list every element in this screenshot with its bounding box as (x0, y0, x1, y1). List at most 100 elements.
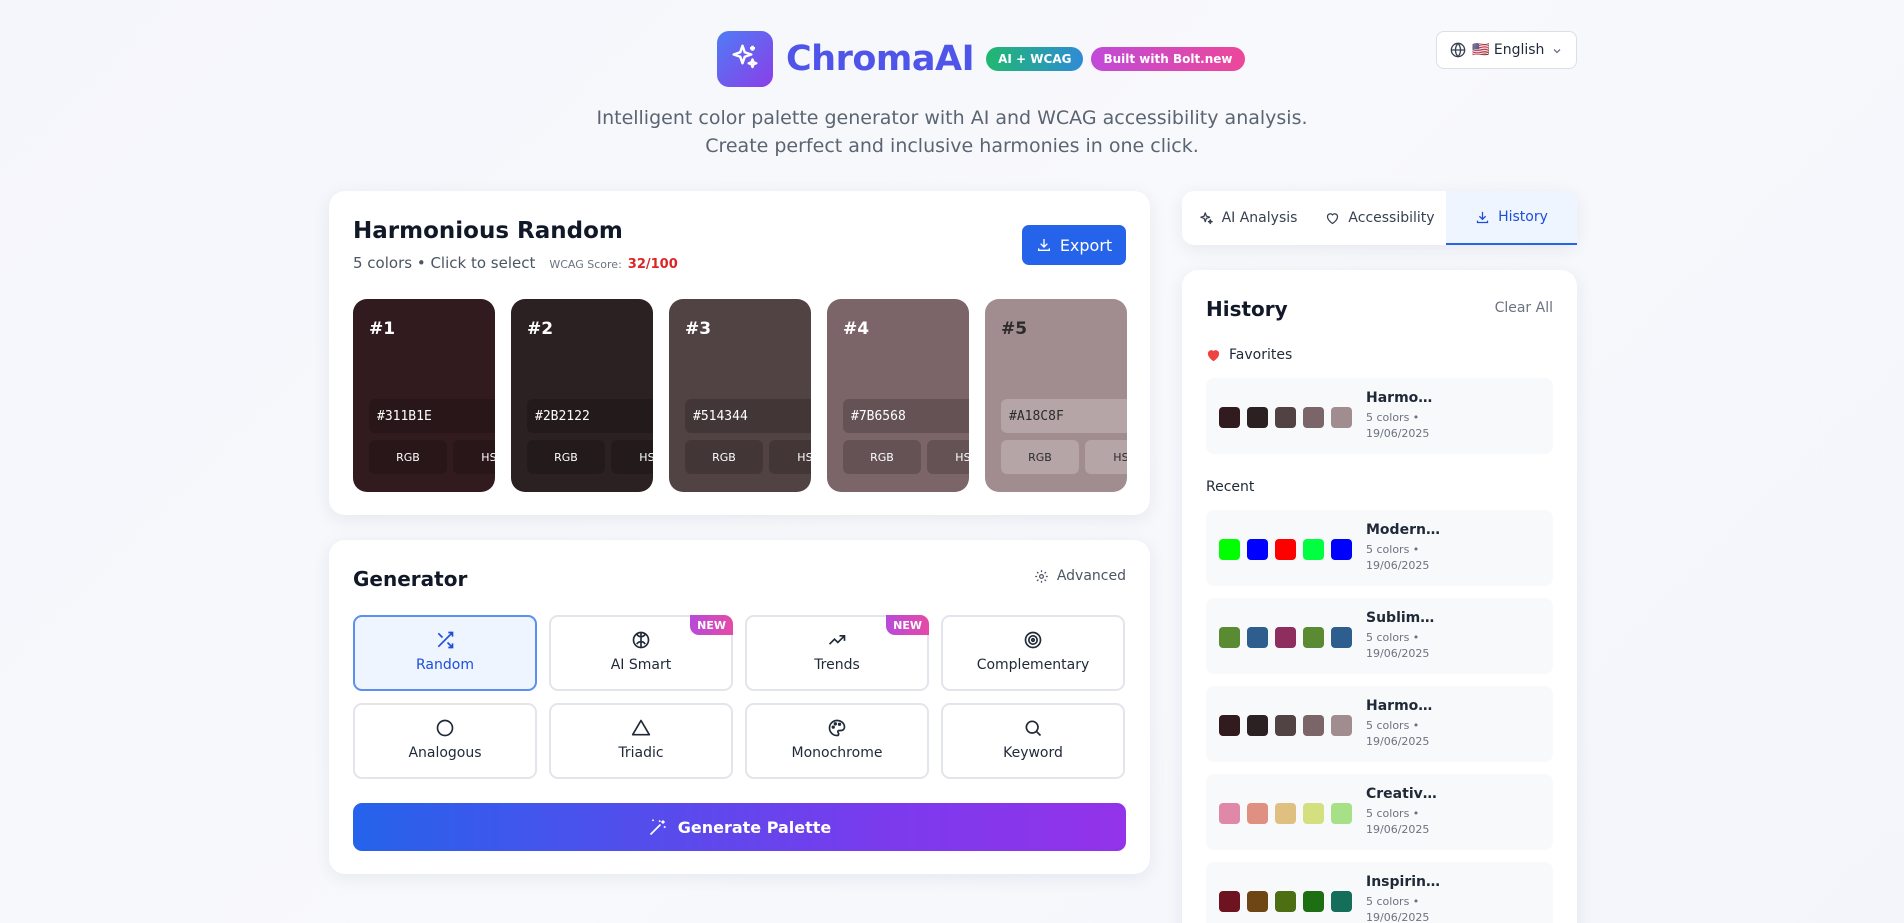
color-swatch-1[interactable]: #1 #311B1E RGB HSL (353, 299, 495, 492)
color-swatch-2[interactable]: #2 #2B2122 RGB HSL (511, 299, 653, 492)
generate-label: Generate Palette (677, 817, 832, 837)
color-dot (1275, 891, 1296, 912)
history-item[interactable]: Modern Palette 5 colors • 19/06/2025 (1206, 510, 1553, 586)
rgb-button[interactable]: RGB (843, 440, 921, 474)
history-item-name: Harmonious Random (1366, 390, 1440, 406)
palette-preview (1219, 803, 1352, 824)
favorites-label: Favorites (1229, 347, 1293, 363)
hsl-button[interactable]: HSL (611, 440, 653, 474)
swatch-number: #2 (527, 319, 554, 339)
palette-preview (1219, 627, 1352, 648)
sparkles-icon (1199, 211, 1214, 226)
mode-label: Analogous (408, 745, 482, 761)
history-item[interactable]: Harmonious Random 5 colors • 19/06/2025 (1206, 686, 1553, 762)
advanced-button[interactable]: Advanced (1034, 568, 1126, 584)
swatch-hex[interactable]: #311B1E (369, 399, 495, 433)
color-swatch-4[interactable]: #4 #7B6568 RGB HSL (827, 299, 969, 492)
rgb-button[interactable]: RGB (527, 440, 605, 474)
history-item-meta: 5 colors • 19/06/2025 (1366, 894, 1456, 923)
palette-preview (1219, 407, 1352, 428)
bolt-badge[interactable]: Built with Bolt.new (1091, 47, 1245, 71)
swatch-hex[interactable]: #514344 (685, 399, 811, 433)
mode-trends[interactable]: NEW Trends (745, 615, 929, 691)
mode-label: AI Smart (610, 657, 672, 673)
color-count: 5 colors • (1366, 631, 1420, 644)
generate-palette-button[interactable]: Generate Palette (353, 803, 1126, 851)
tagline-line: Create perfect and inclusive harmonies i… (705, 135, 1199, 157)
mode-triadic[interactable]: Triadic (549, 703, 733, 779)
date: 19/06/2025 (1366, 911, 1430, 923)
hsl-button[interactable]: HSL (927, 440, 969, 474)
color-dot (1303, 627, 1324, 648)
tab-history[interactable]: History (1446, 191, 1577, 245)
color-count: 5 colors • (1366, 411, 1420, 424)
color-dot (1331, 891, 1352, 912)
swatch-hex[interactable]: #7B6568 (843, 399, 969, 433)
hsl-button[interactable]: HSL (1085, 440, 1127, 474)
history-item[interactable]: Creative Palette 5 colors • 19/06/2025 (1206, 774, 1553, 850)
rgb-button[interactable]: RGB (1001, 440, 1079, 474)
color-dot (1303, 539, 1324, 560)
color-dot (1331, 803, 1352, 824)
hsl-button[interactable]: HSL (453, 440, 495, 474)
generator-card: Generator Advanced Random NEW AI Smart N… (329, 540, 1150, 874)
palette-subtitle-row: 5 colors • Click to select WCAG Score: 3… (353, 254, 678, 272)
mode-analogous[interactable]: Analogous (353, 703, 537, 779)
history-item-name: Modern Palette (1366, 522, 1440, 538)
language-select[interactable]: 🇺🇸 English (1436, 31, 1577, 69)
export-label: Export (1059, 235, 1113, 255)
color-dot (1303, 891, 1324, 912)
history-item[interactable]: Inspiring Palette 5 colors • 19/06/2025 (1206, 862, 1553, 923)
palette-subtitle: 5 colors • Click to select (353, 254, 536, 272)
palette-title: Harmonious Random (353, 218, 623, 244)
color-swatch-3[interactable]: #3 #514344 RGB HSL (669, 299, 811, 492)
color-dot (1219, 539, 1240, 560)
advanced-label: Advanced (1056, 568, 1126, 584)
app-header: ChromaAI AI + WCAG Built with Bolt.new 🇺… (0, 0, 1904, 170)
mode-label: Monochrome (791, 745, 883, 761)
history-item[interactable]: Sublime Palette 5 colors • 19/06/2025 (1206, 598, 1553, 674)
download-icon (1036, 237, 1052, 253)
generator-title: Generator (353, 567, 468, 591)
color-dot (1275, 539, 1296, 560)
swatch-number: #3 (685, 319, 712, 339)
tagline-line: Intelligent color palette generator with… (596, 107, 1308, 129)
wcag-score-label: WCAG Score: (549, 258, 622, 271)
mode-complementary[interactable]: Complementary (941, 615, 1125, 691)
hsl-button[interactable]: HSL (769, 440, 811, 474)
new-badge: NEW (886, 615, 929, 635)
color-dot (1331, 715, 1352, 736)
tab-ai-analysis[interactable]: AI Analysis (1182, 191, 1314, 245)
color-count: 5 colors • (1366, 895, 1420, 908)
rgb-button[interactable]: RGB (369, 440, 447, 474)
color-dot (1275, 803, 1296, 824)
target-icon (1023, 629, 1043, 651)
mode-keyword[interactable]: Keyword (941, 703, 1125, 779)
color-dot (1219, 407, 1240, 428)
history-item[interactable]: Harmonious Random 5 colors • 19/06/2025 (1206, 378, 1553, 454)
mode-ai-smart[interactable]: NEW AI Smart (549, 615, 733, 691)
tab-label: Accessibility (1348, 210, 1435, 226)
sparkles-icon (730, 42, 760, 76)
mode-random[interactable]: Random (353, 615, 537, 691)
history-item-name: Inspiring Palette (1366, 874, 1440, 890)
swatch-hex[interactable]: #A18C8F (1001, 399, 1127, 433)
history-item-meta: 5 colors • 19/06/2025 (1366, 806, 1456, 838)
swatch-hex[interactable]: #2B2122 (527, 399, 653, 433)
recent-heading: Recent (1206, 479, 1255, 495)
clear-all-button[interactable]: Clear All (1495, 300, 1553, 316)
color-dot (1275, 715, 1296, 736)
magic-wand-icon (648, 817, 668, 837)
color-dot (1331, 627, 1352, 648)
tab-accessibility[interactable]: Accessibility (1314, 191, 1446, 245)
palette-preview (1219, 539, 1352, 560)
tab-label: AI Analysis (1221, 210, 1298, 226)
color-swatch-5[interactable]: #5 #A18C8F RGB HSL (985, 299, 1127, 492)
tagline: Intelligent color palette generator with… (0, 104, 1904, 160)
rgb-button[interactable]: RGB (685, 440, 763, 474)
export-button[interactable]: Export (1022, 225, 1126, 265)
color-dot (1219, 891, 1240, 912)
color-dot (1247, 891, 1268, 912)
mode-monochrome[interactable]: Monochrome (745, 703, 929, 779)
history-item-name: Creative Palette (1366, 786, 1440, 802)
